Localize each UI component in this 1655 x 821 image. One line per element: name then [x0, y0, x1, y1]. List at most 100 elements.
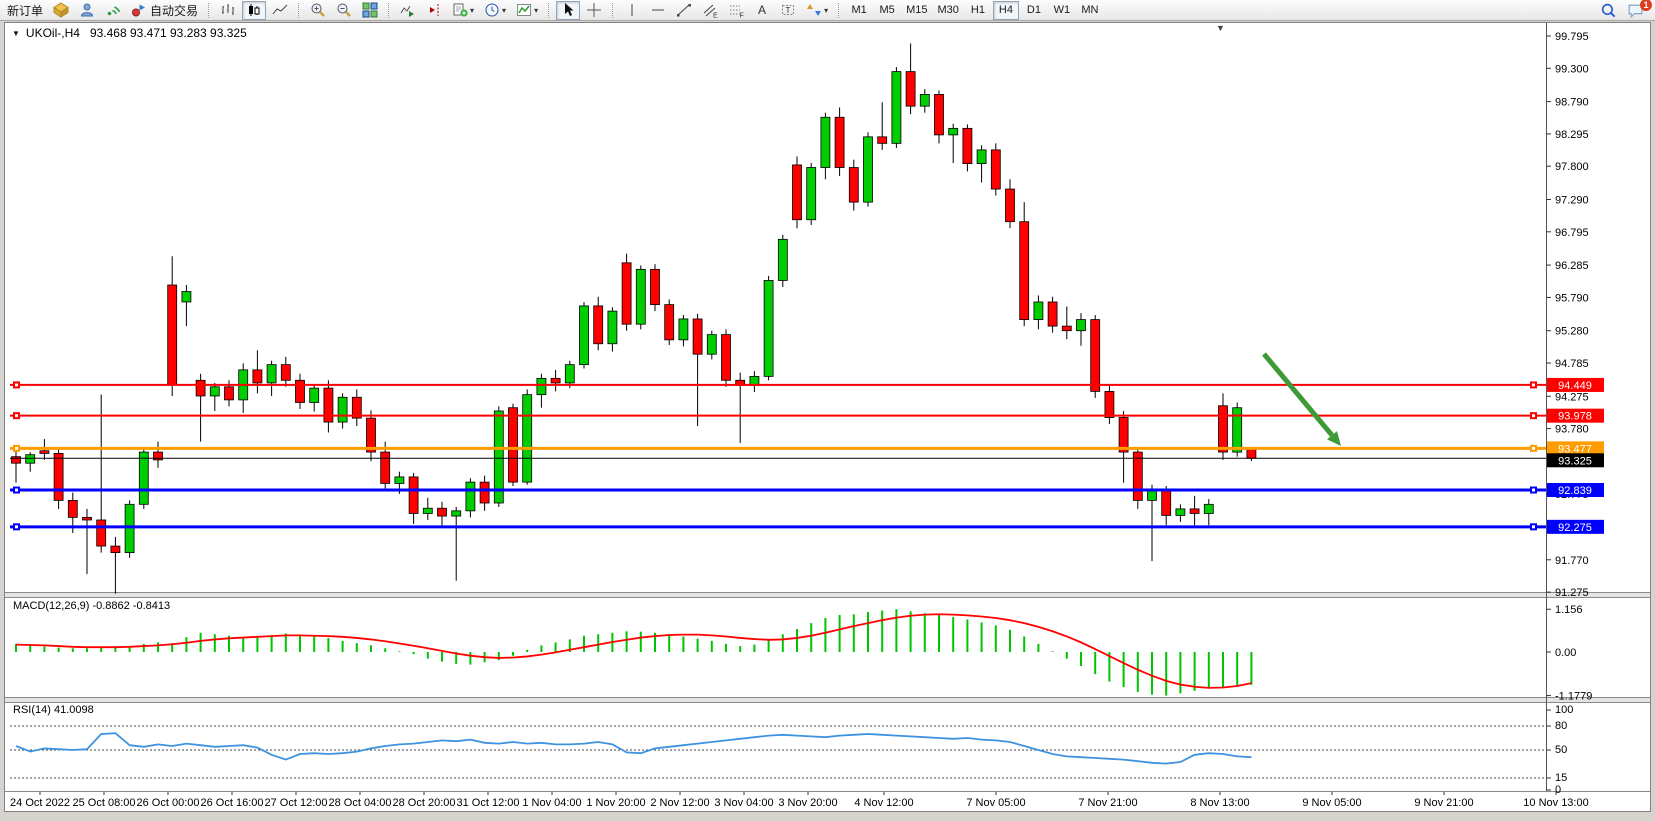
- timeframe-button-d1[interactable]: D1: [1021, 1, 1047, 20]
- timeframe-button-m5[interactable]: M5: [874, 1, 900, 20]
- candle: [878, 137, 887, 144]
- candle: [679, 319, 688, 340]
- candle: [551, 378, 560, 383]
- candle: [423, 508, 432, 513]
- chart-symbol-period: UKOil-,H4: [26, 26, 80, 40]
- profile-button[interactable]: [75, 1, 99, 20]
- crosshair-icon: [586, 2, 602, 18]
- timeframe-button-m30[interactable]: M30: [934, 1, 963, 20]
- candle: [324, 388, 333, 422]
- trendline-button[interactable]: [672, 1, 696, 20]
- timeframe-button-w1[interactable]: W1: [1049, 1, 1075, 20]
- candle: [395, 477, 404, 484]
- timeframe-button-h4[interactable]: H4: [993, 1, 1019, 20]
- candle: [310, 388, 319, 402]
- toolbar-right-group: 1: [1595, 1, 1649, 20]
- zoom-out-button[interactable]: [332, 1, 356, 20]
- shapes-button[interactable]: ▾: [802, 1, 832, 20]
- candle: [608, 311, 617, 344]
- candle: [849, 168, 858, 203]
- price-tick-label: 96.795: [1555, 227, 1589, 239]
- rsi-scale-label: 100: [1555, 704, 1573, 716]
- fibonacci-button[interactable]: F: [724, 1, 748, 20]
- time-tick-label: 8 Nov 13:00: [1190, 797, 1249, 809]
- candle: [225, 387, 234, 400]
- candle: [622, 263, 631, 324]
- text-label-button[interactable]: T: [776, 1, 800, 20]
- candle: [949, 128, 958, 135]
- price-badge-label: 92.839: [1558, 485, 1592, 497]
- timeframe-button-mn[interactable]: MN: [1077, 1, 1103, 20]
- candle: [139, 452, 148, 504]
- timeframe-button-h1[interactable]: H1: [965, 1, 991, 20]
- candle: [296, 380, 305, 402]
- candle: [480, 482, 489, 503]
- text-icon: A: [754, 2, 770, 18]
- candlestick-icon: [246, 2, 262, 18]
- candle: [68, 500, 77, 517]
- candle: [1006, 189, 1015, 222]
- gold-diamond-button[interactable]: [49, 1, 73, 20]
- candle: [12, 457, 21, 464]
- indicators-icon: [516, 2, 532, 18]
- search-button[interactable]: [1596, 1, 1621, 20]
- auto-trading-icon: [131, 2, 147, 18]
- time-tick-label: 26 Oct 00:00: [137, 797, 200, 809]
- bar-chart-button[interactable]: [216, 1, 240, 20]
- period-button[interactable]: ▾: [480, 1, 510, 20]
- price-tick-label: 91.770: [1555, 555, 1589, 567]
- signals-button[interactable]: [101, 1, 125, 20]
- candle: [565, 365, 574, 383]
- indicators-button[interactable]: ▾: [512, 1, 542, 20]
- candle: [111, 546, 120, 553]
- text-label-icon: T: [780, 2, 796, 18]
- candle: [906, 72, 915, 107]
- macd-scale-label: 0.00: [1555, 647, 1576, 659]
- timeframe-button-m15[interactable]: M15: [902, 1, 931, 20]
- crosshair-button[interactable]: [582, 1, 606, 20]
- candle: [509, 408, 518, 482]
- time-tick-label: 7 Nov 05:00: [966, 797, 1025, 809]
- tile-windows-button[interactable]: [358, 1, 382, 20]
- candlestick-button[interactable]: [242, 1, 266, 20]
- auto-trading-label: 自动交易: [150, 2, 198, 19]
- timeframe-button-m1[interactable]: M1: [846, 1, 872, 20]
- one-click-trading-icon[interactable]: ▼: [12, 29, 20, 38]
- candle: [707, 335, 716, 355]
- line-chart-button[interactable]: [268, 1, 292, 20]
- svg-text:T: T: [786, 6, 791, 15]
- horizontal-line-button[interactable]: [646, 1, 670, 20]
- candle: [1020, 222, 1029, 320]
- svg-text:F: F: [740, 13, 744, 19]
- auto-trading-button[interactable]: 自动交易: [127, 1, 202, 20]
- zoom-in-button[interactable]: [306, 1, 330, 20]
- new-chart-button[interactable]: ▾: [448, 1, 478, 20]
- candle: [267, 365, 276, 383]
- price-tick-label: 95.790: [1555, 292, 1589, 304]
- cursor-button[interactable]: [556, 1, 580, 20]
- candle: [821, 117, 830, 167]
- candle: [1176, 509, 1185, 516]
- gold-diamond-icon: [53, 2, 69, 18]
- candle: [778, 239, 787, 280]
- toolbar-separator: [612, 3, 614, 18]
- candle: [537, 378, 546, 394]
- macd-label: MACD(12,26,9) -0.8862 -0.8413: [13, 600, 170, 612]
- price-tick-label: 98.790: [1555, 97, 1589, 109]
- price-tick-label: 95.280: [1555, 326, 1589, 338]
- equidistant-channel-button[interactable]: E: [698, 1, 722, 20]
- chart-shift-button[interactable]: [422, 1, 446, 20]
- new-order-button[interactable]: 新订单: [3, 1, 47, 20]
- candle: [991, 150, 1000, 189]
- vertical-line-button[interactable]: [620, 1, 644, 20]
- price-badge-label: 94.449: [1558, 380, 1592, 392]
- text-button[interactable]: A: [750, 1, 774, 20]
- notifications-button[interactable]: 1: [1623, 1, 1648, 20]
- fibonacci-icon: F: [728, 2, 744, 18]
- chart-ohlc-values: 93.468 93.471 93.283 93.325: [90, 26, 247, 40]
- rsi-label: RSI(14) 41.0098: [13, 704, 94, 716]
- chart-shift-marker-icon[interactable]: ▼: [1216, 23, 1225, 33]
- candle: [793, 165, 802, 220]
- auto-scroll-button[interactable]: [396, 1, 420, 20]
- candle: [1105, 391, 1114, 417]
